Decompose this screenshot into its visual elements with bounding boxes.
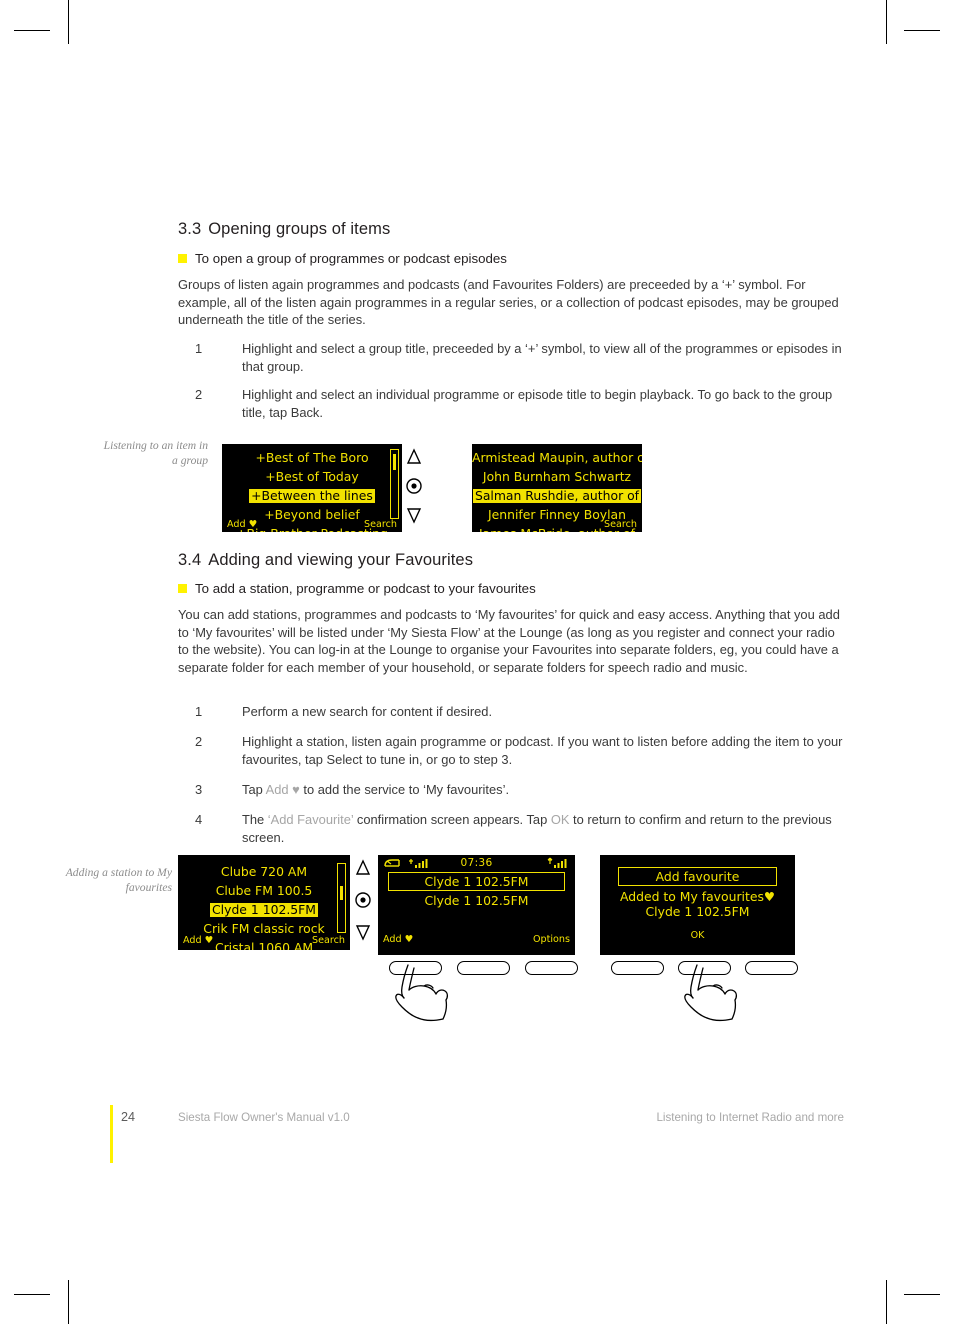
up-arrow-icon[interactable] (352, 857, 374, 879)
figure-caption-group-item: Listening to an item in a group (103, 439, 208, 467)
lcd-row[interactable]: +Best of The Boro (255, 450, 368, 465)
step-text: Perform a new search for content if desi… (242, 704, 493, 719)
figure-caption-add-station: Adding a station to My favourites (65, 866, 172, 894)
lcd-dialog-line-1: Added to My favourites♥ (619, 889, 776, 904)
lcd-screen-group-items: Armistead Maupin, author of John Burnham… (472, 444, 642, 532)
yellow-square-icon (178, 584, 187, 593)
lcd-screen-add-favourite-confirm: Add favourite Added to My favourites♥ Cl… (600, 855, 795, 950)
lcd-scrollbar-track[interactable] (337, 863, 346, 933)
section-33-title: Opening groups of items (208, 220, 391, 238)
lcd-row-selected[interactable]: Salman Rushdie, author of (472, 489, 642, 503)
step-text: Highlight and select a group title, prec… (242, 341, 842, 374)
step-number: 2 (195, 387, 203, 402)
section-33-subheading-label: To open a group of programmes or podcast… (195, 251, 507, 266)
nav-key-cluster-group-list (403, 444, 429, 532)
page-number: 24 (121, 1110, 136, 1124)
footer-accent-bar (110, 1105, 113, 1163)
step-number: 2 (195, 734, 203, 749)
lcd-softkey-add[interactable]: Add ♥ (383, 934, 413, 945)
button-group-right (600, 950, 798, 1022)
lcd-row[interactable]: Cristal 1060 AM (215, 940, 313, 950)
nav-key-cluster-station-list (352, 857, 378, 947)
section-33-intro-paragraph: Groups of listen again programmes and po… (178, 277, 839, 328)
lcd-softkey-add[interactable]: Add ♥ (183, 935, 213, 946)
lcd-row[interactable]: Crik FM classic rock (203, 921, 324, 936)
lcd-softkey-options[interactable]: Options (533, 934, 570, 945)
hand-pointer-icon (394, 963, 466, 1025)
ui-reference-label: ‘Add Favourite’ (267, 812, 354, 827)
section-34-step-3: 3 Tap Add ♥ to add the service to ‘My fa… (195, 781, 843, 799)
step-number: 3 (195, 782, 203, 797)
lcd-row[interactable]: Armistead Maupin, author of (472, 450, 642, 465)
section-33-step-2: 2 Highlight and select an individual pro… (195, 386, 843, 421)
section-34-subheading: To add a station, programme or podcast t… (178, 581, 536, 596)
step-text-run: confirmation screen appears. Tap (353, 812, 551, 827)
lcd-row[interactable]: Clube 720 AM (221, 864, 307, 879)
up-arrow-icon[interactable] (403, 446, 425, 468)
step-text-run: to add the service to ‘My favourites’. (299, 782, 510, 797)
section-33-number: 3.3 (178, 220, 202, 238)
step-number: 1 (195, 704, 203, 719)
step-number: 1 (195, 341, 203, 356)
down-arrow-icon[interactable] (403, 504, 425, 526)
lcd-row-selected[interactable]: +Between the lines (249, 489, 375, 503)
lcd-screen-station-list: Clube 720 AM Clube FM 100.5 Clyde 1 102.… (178, 855, 350, 950)
step-text: Highlight and select an individual progr… (242, 387, 833, 420)
step-number: 4 (195, 812, 203, 827)
step-text: Highlight a station, listen again progra… (242, 734, 843, 767)
section-34-step-2: 2 Highlight a station, listen again prog… (195, 733, 843, 768)
yellow-square-icon (178, 254, 187, 263)
lcd-softkey-search[interactable]: Search (312, 935, 345, 946)
step-text: Tap Add ♥ to add the service to ‘My favo… (242, 781, 843, 799)
lcd-softkey-ok[interactable]: OK (600, 930, 795, 941)
front-bezel (378, 950, 575, 955)
section-34-number: 3.4 (178, 551, 202, 569)
down-arrow-icon[interactable] (352, 921, 374, 943)
signal-bars-icon (546, 857, 569, 869)
section-34-step-1: 1 Perform a new search for content if de… (195, 703, 843, 721)
lcd-scrollbar-track[interactable] (390, 449, 399, 519)
lcd-boxed-station-name[interactable]: Clyde 1 102.5FM (388, 872, 565, 891)
lcd-screen-group-list: +Best of The Boro +Best of Today +Betwee… (222, 444, 402, 532)
lcd-row[interactable]: +Best of Today (265, 469, 358, 484)
lcd-row[interactable]: Clube FM 100.5 (216, 883, 313, 898)
section-34-step-4: 4 The ‘Add Favourite’ confirmation scree… (195, 811, 843, 846)
lcd-row[interactable]: +Beyond belief (264, 507, 359, 522)
lcd-status-bar: 07:36 (378, 857, 575, 870)
lcd-scrollbar-thumb[interactable] (393, 454, 396, 470)
section-34-heading: 3.4 Adding and viewing your Favourites (178, 551, 473, 570)
ui-reference-label: Add ♥ (265, 782, 300, 797)
section-33-step-1: 1 Highlight and select a group title, pr… (195, 340, 843, 375)
ui-reference-label: OK (550, 812, 570, 827)
front-bezel (600, 950, 795, 955)
step-text-run: The (242, 812, 268, 827)
button-group-left (378, 950, 578, 1022)
hand-pointer-icon (683, 963, 755, 1025)
select-button-icon[interactable] (352, 889, 374, 911)
select-button-icon[interactable] (403, 475, 425, 497)
lcd-screen-now-playing: 07:36 Clyde 1 102.5FM Clyde 1 102.5FM Ad… (378, 855, 575, 950)
lcd-dialog-title: Add favourite (618, 867, 777, 886)
section-34-subheading-label: To add a station, programme or podcast t… (195, 581, 536, 596)
soft-button-3[interactable] (525, 961, 578, 975)
lcd-row[interactable]: John Burnham Schwartz (483, 469, 631, 484)
lcd-softkey-search[interactable]: Search (604, 519, 637, 530)
manual-page: 3.3 Opening groups of items To open a gro… (0, 0, 954, 1324)
lcd-softkey-search[interactable]: Search (364, 519, 397, 530)
lcd-dialog-line-2: Clyde 1 102.5FM (645, 904, 750, 919)
lcd-softkey-add[interactable]: Add ♥ (227, 519, 257, 530)
soft-button-1[interactable] (611, 961, 664, 975)
footer-manual-title: Siesta Flow Owner's Manual v1.0 (178, 1111, 350, 1124)
section-34-intro-paragraph: You can add stations, programmes and pod… (178, 607, 840, 675)
step-text-run: Tap (242, 782, 266, 797)
lcd-row-selected[interactable]: Clyde 1 102.5FM (210, 903, 318, 917)
lcd-scrollbar-thumb[interactable] (340, 886, 343, 900)
section-33-subheading: To open a group of programmes or podcast… (178, 251, 507, 266)
section-33-heading: 3.3 Opening groups of items (178, 220, 390, 239)
section-34-title: Adding and viewing your Favourites (208, 551, 474, 569)
step-text: The ‘Add Favourite’ confirmation screen … (242, 811, 843, 846)
footer-chapter-title: Listening to Internet Radio and more (656, 1111, 844, 1124)
lcd-station-name: Clyde 1 102.5FM (424, 893, 529, 908)
